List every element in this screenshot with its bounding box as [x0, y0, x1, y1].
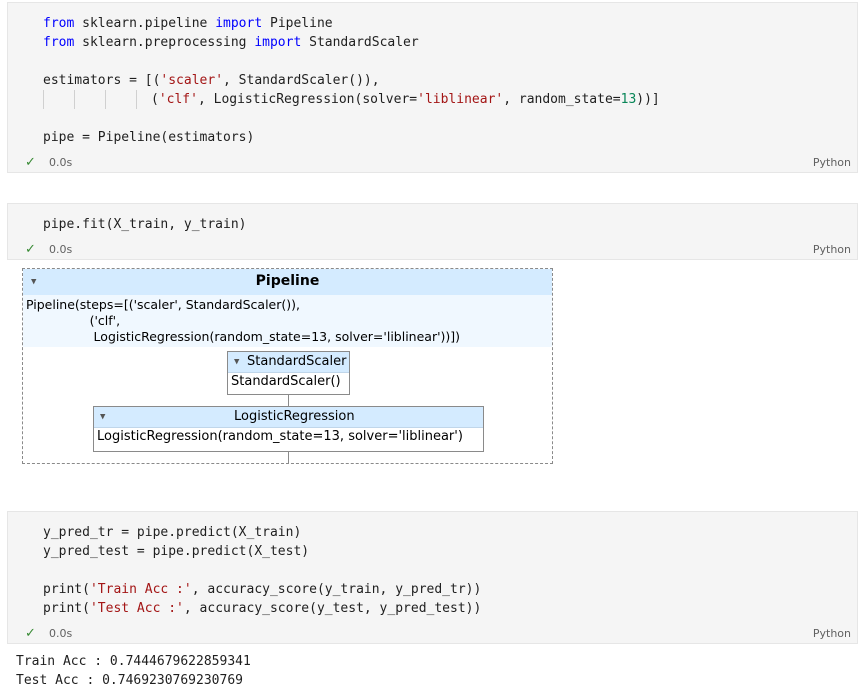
output-test-acc: Test Acc : 0.7469230769230769 — [16, 673, 243, 688]
number-literal: 13 — [620, 92, 637, 107]
estimator-header[interactable]: ▼ LogisticRegression — [94, 407, 483, 428]
check-icon: ✓ — [25, 626, 36, 641]
code-line-1: pipe.fit(X_train, y_train) — [43, 215, 247, 234]
code-text: print( — [43, 582, 90, 597]
cell-status-bar: ✓ 0.0s Python — [8, 624, 857, 644]
code-line-4: print('Train Acc :', accuracy_score(y_tr… — [43, 580, 481, 599]
connector-line — [288, 451, 289, 464]
code-text: y_pred_tr = pipe.predict(X_train) — [43, 525, 302, 540]
keyword: import — [254, 35, 302, 50]
code-text: ))] — [636, 92, 660, 107]
triangle-down-icon[interactable]: ▼ — [100, 412, 105, 422]
string-literal: 'clf' — [158, 92, 198, 107]
indent-guide — [136, 90, 137, 109]
code-text: sklearn.pipeline — [74, 16, 216, 31]
language-label[interactable]: Python — [813, 243, 851, 256]
pipeline-header[interactable]: ▼ Pipeline — [23, 269, 552, 295]
code-text: pipe.fit(X_train, y_train) — [43, 217, 247, 232]
check-icon: ✓ — [25, 155, 36, 170]
repr-line: Pipeline(steps=[('scaler', StandardScale… — [26, 297, 300, 312]
indent-guide — [105, 90, 106, 109]
estimator-repr: LogisticRegression(random_state=13, solv… — [97, 429, 463, 444]
connector-line — [288, 395, 289, 406]
language-label[interactable]: Python — [813, 627, 851, 640]
string-literal: 'scaler' — [160, 73, 224, 88]
string-literal: 'Train Acc :' — [89, 582, 192, 597]
code-cell-1[interactable]: from sklearn.pipeline import Pipeline fr… — [7, 2, 858, 173]
code-text: estimators = [( — [43, 73, 161, 88]
code-line-5: print('Test Acc :', accuracy_score(y_tes… — [43, 599, 481, 618]
repr-line: LogisticRegression(random_state=13, solv… — [26, 329, 461, 344]
logistic-regression-estimator[interactable]: ▼ LogisticRegression LogisticRegression(… — [93, 406, 484, 452]
code-cell-2[interactable]: pipe.fit(X_train, y_train) ✓ 0.0s Python — [7, 203, 858, 260]
keyword: import — [215, 16, 263, 31]
code-line-4: estimators = [('scaler', StandardScaler(… — [43, 71, 380, 90]
code-text: sklearn.preprocessing — [74, 35, 255, 50]
execution-time: 0.0s — [49, 627, 73, 640]
code-text: , random_state= — [503, 92, 621, 107]
repr-line: ('clf', — [26, 313, 121, 328]
code-text: StandardScaler — [301, 35, 419, 50]
code-text: , LogisticRegression(solver= — [197, 92, 418, 107]
triangle-down-icon[interactable]: ▼ — [234, 357, 239, 367]
string-literal: 'Test Acc :' — [89, 601, 184, 616]
keyword: from — [43, 16, 75, 31]
code-line-1: from sklearn.pipeline import Pipeline — [43, 14, 333, 33]
code-text: , accuracy_score(y_test, y_pred_test)) — [183, 601, 482, 616]
indent-guide — [43, 90, 44, 109]
estimator-header[interactable]: ▼ StandardScaler — [228, 352, 349, 373]
code-cell-3[interactable]: y_pred_tr = pipe.predict(X_train) y_pred… — [7, 511, 858, 644]
code-text: Pipeline — [262, 16, 333, 31]
output-train-acc: Train Acc : 0.7444679622859341 — [16, 654, 251, 669]
estimator-title: StandardScaler — [247, 354, 347, 369]
execution-time: 0.0s — [49, 156, 73, 169]
check-icon: ✓ — [25, 242, 36, 257]
code-text: pipe = Pipeline(estimators) — [43, 130, 255, 145]
cell-status-bar: ✓ 0.0s Python — [8, 153, 857, 173]
cell-status-bar: ✓ 0.0s Python — [8, 240, 857, 260]
code-text: , StandardScaler()), — [223, 73, 380, 88]
string-literal: 'liblinear' — [417, 92, 504, 107]
pipeline-diagram: ▼ Pipeline Pipeline(steps=[('scaler', St… — [22, 268, 553, 464]
code-line-2: from sklearn.preprocessing import Standa… — [43, 33, 419, 52]
language-label[interactable]: Python — [813, 156, 851, 169]
standard-scaler-estimator[interactable]: ▼ StandardScaler StandardScaler() — [227, 351, 350, 395]
code-line-5: ('clf', LogisticRegression(solver='libli… — [151, 90, 660, 109]
code-line-7: pipe = Pipeline(estimators) — [43, 128, 254, 147]
keyword: from — [43, 35, 75, 50]
indent-guide — [74, 90, 75, 109]
estimator-repr: StandardScaler() — [231, 374, 341, 389]
pipeline-repr: Pipeline(steps=[('scaler', StandardScale… — [23, 295, 552, 347]
code-text: print( — [43, 601, 90, 616]
code-text: y_pred_test = pipe.predict(X_test) — [43, 544, 310, 559]
code-text: , accuracy_score(y_train, y_pred_tr)) — [191, 582, 482, 597]
estimator-title: LogisticRegression — [234, 409, 355, 424]
code-text: ( — [151, 92, 159, 107]
code-line-1: y_pred_tr = pipe.predict(X_train) — [43, 523, 301, 542]
pipeline-title: Pipeline — [255, 273, 320, 289]
code-line-2: y_pred_test = pipe.predict(X_test) — [43, 542, 309, 561]
execution-time: 0.0s — [49, 243, 73, 256]
